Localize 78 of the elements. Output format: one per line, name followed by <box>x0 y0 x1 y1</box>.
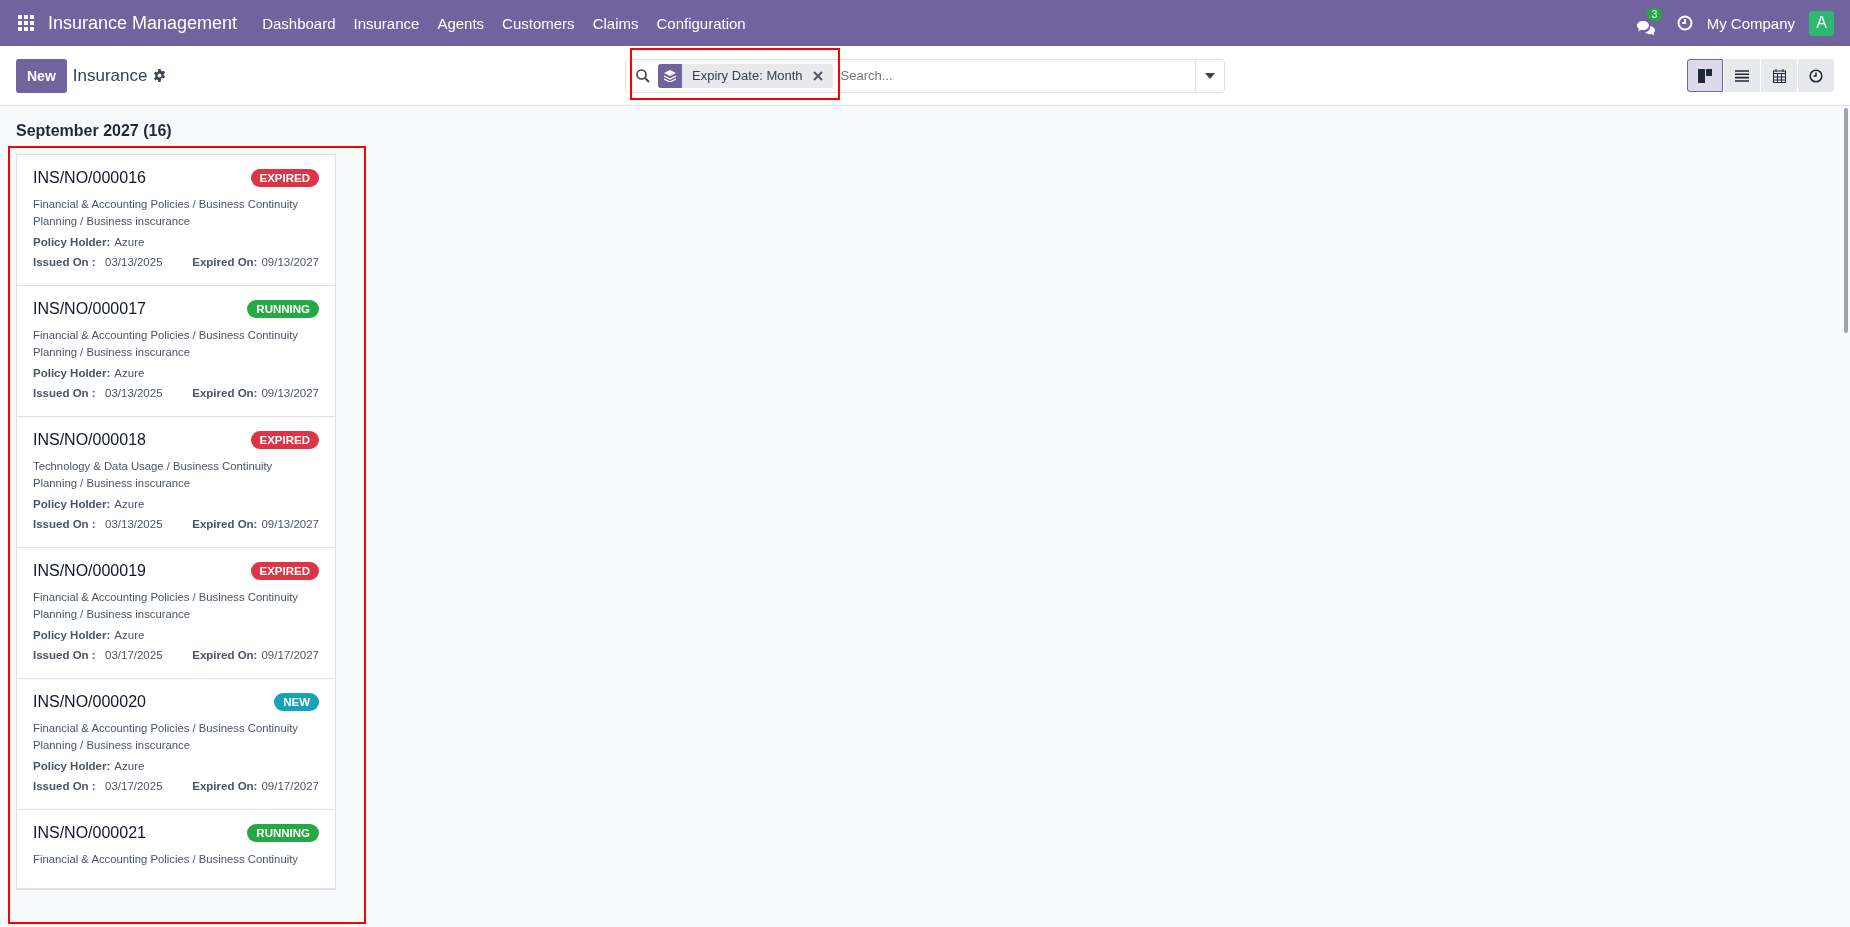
clock-icon[interactable] <box>1676 15 1693 31</box>
field-label: Issued On : <box>33 648 97 663</box>
policy-category: Financial & Accounting Policies / Business Continuity <box>33 852 299 867</box>
close-icon[interactable] <box>812 70 823 81</box>
menu-item[interactable]: Claims <box>583 14 648 32</box>
policy-category: Financial & Accounting Policies / Business Continuity Planning / Business inscurance <box>33 197 299 229</box>
app-title[interactable]: Insurance Management <box>48 12 238 34</box>
field-label: Policy Holder: <box>33 628 111 643</box>
chat-bubbles-icon <box>1636 20 1655 36</box>
policy-number: INS/NO/000017 <box>33 300 146 318</box>
view-switch-button[interactable] <box>1687 59 1723 92</box>
status-badge: EXPIRED <box>250 431 319 449</box>
field-value: 03/17/2025 <box>105 779 163 794</box>
facet-label: Expiry Date: Month <box>691 68 804 83</box>
field-value: 09/17/2027 <box>261 779 319 794</box>
status-badge: RUNNING <box>247 824 319 842</box>
field-label: Policy Holder: <box>33 235 111 250</box>
field-value: 03/17/2025 <box>105 648 163 663</box>
field-value: 09/13/2027 <box>261 386 319 401</box>
policy-category: Financial & Accounting Policies / Business Continuity Planning / Business inscurance <box>33 721 299 753</box>
settings-icon[interactable] <box>153 69 167 82</box>
field-label: Issued On : <box>33 255 97 270</box>
field-label: Expired On: <box>192 255 258 270</box>
breadcrumb-title: Insurance <box>72 65 148 86</box>
field-label: Issued On : <box>33 517 97 532</box>
field-label: Policy Holder: <box>33 366 111 381</box>
status-badge: EXPIRED <box>250 562 319 580</box>
clock-icon <box>1809 68 1823 83</box>
field-value: Azure <box>114 628 145 643</box>
menu-item[interactable]: Dashboard <box>253 14 345 32</box>
scrollbar[interactable] <box>1844 108 1848 333</box>
menu-item[interactable]: Agents <box>428 14 494 32</box>
policy-number: INS/NO/000019 <box>33 562 146 580</box>
menu-item[interactable]: Customers <box>493 14 584 32</box>
caret-icon <box>1205 72 1215 79</box>
field-value: 03/13/2025 <box>105 386 163 401</box>
policy-category: Financial & Accounting Policies / Business Continuity Planning / Business inscurance <box>33 328 299 360</box>
policy-number: INS/NO/000018 <box>33 431 146 449</box>
field-value: 09/13/2027 <box>261 255 319 270</box>
apps-menu-icon[interactable] <box>18 15 34 31</box>
field-label: Policy Holder: <box>33 497 111 512</box>
field-value: Azure <box>114 235 145 250</box>
status-badge: EXPIRED <box>250 169 319 187</box>
group-header[interactable]: September 2027 (16) <box>16 122 336 140</box>
field-value: 09/17/2027 <box>261 648 319 663</box>
field-value: 09/13/2027 <box>261 517 319 532</box>
field-label: Expired On: <box>192 386 258 401</box>
field-value: Azure <box>114 366 145 381</box>
search-field[interactable]: Expiry Date: Month Search... <box>625 58 1225 93</box>
policy-category: Financial & Accounting Policies / Business Continuity Planning / Business inscurance <box>33 590 299 622</box>
policy-number: INS/NO/000016 <box>33 169 146 187</box>
list-icon <box>1735 69 1749 82</box>
messages-button[interactable]: 3 <box>1636 8 1663 38</box>
layers-icon <box>664 69 676 82</box>
field-value: Azure <box>114 759 145 774</box>
calendar-icon <box>1772 68 1786 83</box>
message-count-badge: 3 <box>1646 8 1663 21</box>
field-value: 03/13/2025 <box>105 255 163 270</box>
search-icon <box>636 68 650 83</box>
field-label: Expired On: <box>192 648 258 663</box>
policy-category: Technology & Data Usage / Business Continuity Planning / Business inscurance <box>33 459 274 491</box>
menu-item[interactable]: Insurance <box>344 14 429 32</box>
policy-number: INS/NO/000020 <box>33 693 146 711</box>
company-switcher[interactable]: My Company <box>1706 14 1795 32</box>
field-label: Issued On : <box>33 779 97 794</box>
field-label: Issued On : <box>33 386 97 401</box>
status-badge: RUNNING <box>247 300 319 318</box>
menu-item[interactable]: Configuration <box>647 14 755 32</box>
field-label: Policy Holder: <box>33 759 111 774</box>
new-button[interactable]: New <box>16 58 67 93</box>
filter-facet[interactable]: Expiry Date: Month <box>658 63 833 88</box>
field-value: 03/13/2025 <box>105 517 163 532</box>
field-label: Expired On: <box>192 517 258 532</box>
field-value: Azure <box>114 497 145 512</box>
kanban-icon <box>1698 68 1712 83</box>
policy-number: INS/NO/000021 <box>33 824 146 842</box>
field-label: Expired On: <box>192 779 258 794</box>
status-badge: NEW <box>274 693 319 711</box>
